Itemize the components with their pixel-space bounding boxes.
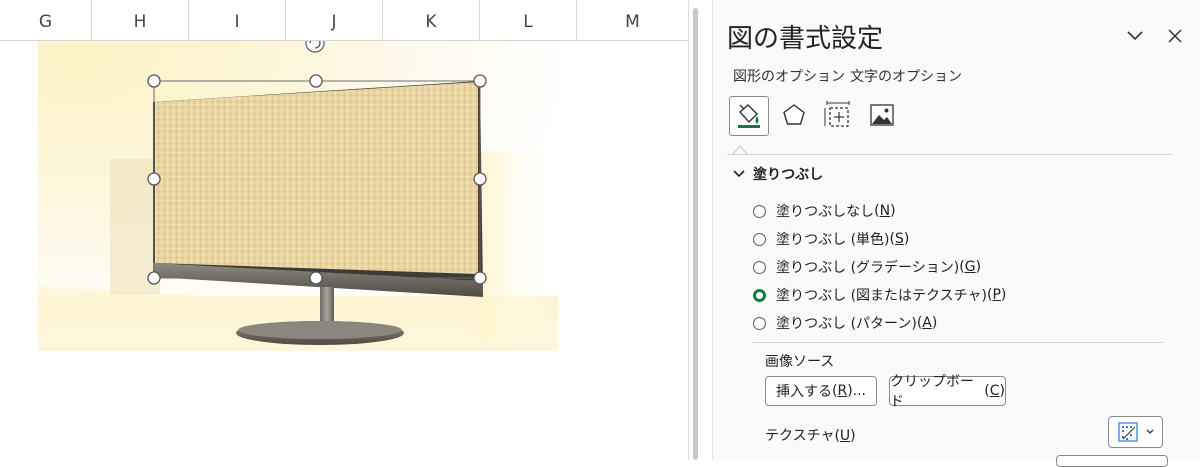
radio-circle-checked[interactable] (753, 288, 766, 302)
pane-title: 図の書式設定 (727, 24, 884, 54)
column-header-j[interactable]: J (286, 0, 383, 40)
button-label: 挿入する (775, 384, 832, 400)
access-key: S (894, 231, 904, 247)
size-properties-button[interactable] (819, 96, 859, 136)
fill-line-button[interactable] (729, 96, 769, 136)
effects-pentagon-icon (783, 104, 805, 125)
chevron-down-icon (1127, 31, 1143, 41)
column-header-l[interactable]: L (480, 0, 577, 40)
texture-label-text: テクスチャ (765, 428, 835, 444)
partial-button[interactable] (1056, 455, 1168, 467)
access-key: A (922, 315, 932, 331)
access-key: N (879, 203, 891, 219)
divider (727, 154, 1173, 155)
column-headers: G H I J K L M (0, 0, 688, 41)
column-header-m[interactable]: M (577, 0, 688, 40)
vertical-scrollbar[interactable] (693, 8, 698, 460)
resize-handle-left[interactable] (147, 172, 161, 186)
worksheet[interactable]: G H I J K L M (0, 0, 688, 460)
close-pane-button[interactable] (1161, 22, 1189, 50)
access-key: P (992, 287, 1001, 303)
fill-line-icon (738, 104, 760, 128)
radio-circle[interactable] (753, 232, 766, 246)
format-picture-pane: 図の書式設定 図形のオプション 文字のオプション 塗りつぶし 塗りつぶしなし (… (712, 0, 1200, 467)
radio-circle[interactable] (753, 260, 766, 274)
radio-label: 塗りつぶしなし (776, 204, 875, 220)
resize-handle-bottom[interactable] (309, 271, 323, 285)
effects-button[interactable] (775, 96, 815, 136)
picture-button[interactable] (863, 96, 903, 136)
access-key: G (964, 259, 976, 275)
radio-label: 塗りつぶし (図またはテクスチャ) (776, 288, 987, 304)
size-properties-icon (824, 101, 850, 127)
button-label: クリップボード (890, 374, 974, 410)
radio-no-fill[interactable]: 塗りつぶしなし (N) (753, 200, 896, 222)
chevron-down-icon (733, 170, 745, 178)
texture-swatch-icon (1118, 422, 1154, 442)
resize-handle-top[interactable] (309, 74, 323, 88)
texture-label: テクスチャ(U) (765, 428, 856, 444)
radio-label: 塗りつぶし (グラデーション) (776, 260, 960, 276)
column-header-i[interactable]: I (189, 0, 286, 40)
access-key: U (839, 428, 851, 444)
resize-handle-right[interactable] (473, 172, 487, 186)
monitor-picture[interactable] (38, 41, 558, 351)
texture-dropdown[interactable] (1108, 416, 1163, 448)
fill-section-header[interactable]: 塗りつぶし (733, 164, 823, 184)
radio-label: 塗りつぶし (パターン) (776, 316, 917, 332)
resize-handle-top-left[interactable] (147, 74, 161, 88)
resize-handle-bottom-left[interactable] (147, 271, 161, 285)
radio-circle[interactable] (753, 204, 766, 218)
access-key: C (989, 383, 1000, 399)
divider (753, 342, 1163, 343)
resize-handle-top-right[interactable] (473, 74, 487, 88)
picture-icon (870, 104, 894, 126)
tab-shape-options[interactable]: 図形のオプション (733, 66, 845, 86)
section-title: 塗りつぶし (753, 167, 824, 183)
radio-gradient-fill[interactable]: 塗りつぶし (グラデーション) (G) (753, 256, 981, 278)
column-header-h[interactable]: H (92, 0, 189, 40)
clipboard-button[interactable]: クリップボード (C) (889, 374, 1006, 410)
column-header-g[interactable]: G (0, 0, 92, 40)
button-ellipsis: ... (852, 383, 867, 399)
column-header-k[interactable]: K (383, 0, 480, 40)
radio-solid-fill[interactable]: 塗りつぶし (単色) (S) (753, 228, 909, 250)
insert-button[interactable]: 挿入する (R)... (765, 376, 877, 406)
radio-label: 塗りつぶし (単色) (776, 232, 890, 248)
radio-pattern-fill[interactable]: 塗りつぶし (パターン) (A) (753, 312, 937, 334)
resize-handle-bottom-right[interactable] (473, 271, 487, 285)
close-icon (1168, 29, 1182, 43)
radio-picture-texture-fill[interactable]: 塗りつぶし (図またはテクスチャ) (P) (753, 284, 1006, 306)
tab-text-options[interactable]: 文字のオプション (850, 66, 962, 86)
radio-circle[interactable] (753, 316, 766, 330)
image-source-label: 画像ソース (765, 354, 835, 370)
access-key: R (837, 383, 848, 399)
pane-options-button[interactable] (1121, 22, 1149, 50)
